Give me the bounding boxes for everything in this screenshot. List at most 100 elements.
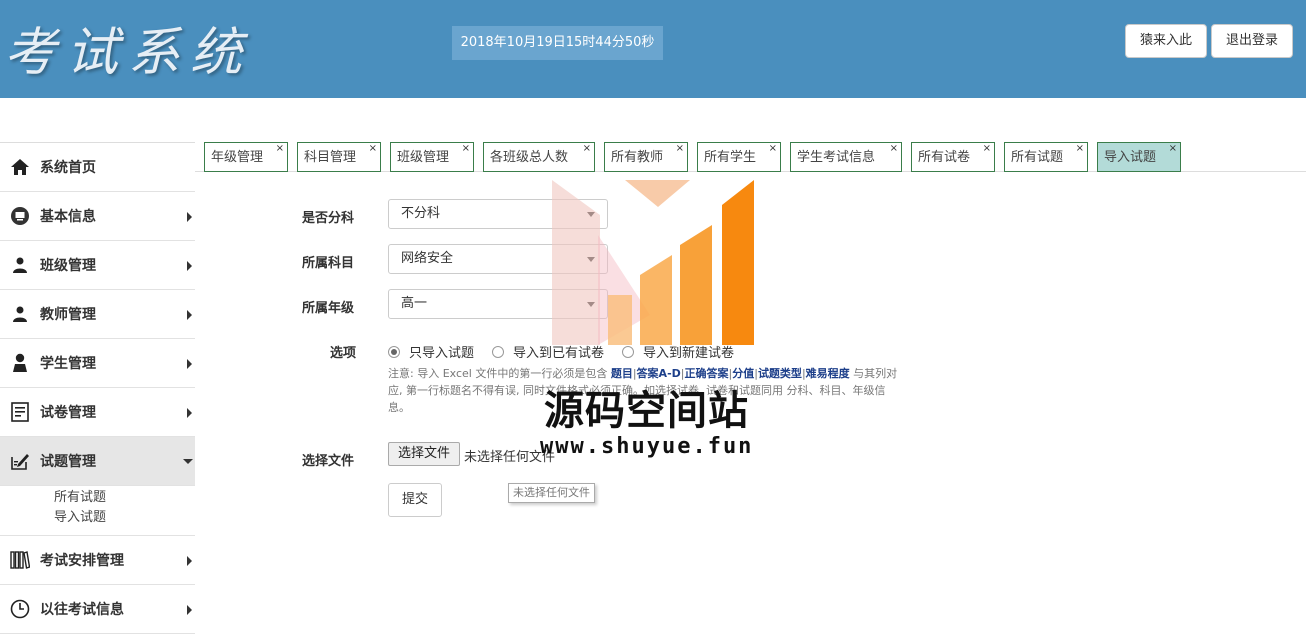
tab-label: 年级管理: [211, 150, 264, 165]
subject-value: 网络安全: [401, 251, 454, 266]
users-icon: [10, 304, 30, 324]
chevron-down-icon: [587, 302, 595, 307]
sidebar-item-home[interactable]: 系统首页: [0, 143, 195, 192]
list-icon: [10, 402, 30, 422]
file-label: 选择文件: [302, 454, 355, 469]
radio-import-new[interactable]: [622, 345, 635, 358]
submenu-item-all-questions[interactable]: 所有试题: [54, 488, 195, 508]
note-field: 试题类型: [757, 367, 802, 380]
tab-label: 所有教师: [611, 150, 664, 165]
home-icon: [10, 157, 30, 177]
division-select[interactable]: 不分科: [388, 199, 608, 229]
division-value: 不分科: [401, 206, 441, 221]
close-icon[interactable]: ×: [676, 134, 684, 164]
division-label: 是否分科: [302, 211, 355, 226]
sidebar-item-class[interactable]: 班级管理: [0, 241, 195, 290]
tab-class-total[interactable]: 各班级总人数 ×: [483, 142, 595, 172]
sidebar-item-question[interactable]: 试题管理: [0, 437, 195, 486]
tab-all-teachers[interactable]: 所有教师 ×: [604, 142, 688, 172]
books-icon: [10, 550, 30, 570]
enter-button[interactable]: 猿来入此: [1125, 24, 1207, 58]
sidebar-item-label: 试题管理: [40, 454, 96, 470]
import-options: 只导入试题 导入到已有试卷 导入到新建试卷: [388, 342, 752, 361]
tab-subject-management[interactable]: 科目管理 ×: [297, 142, 381, 172]
tab-import-questions[interactable]: 导入试题 ×: [1097, 142, 1181, 172]
subject-label: 所属科目: [302, 256, 355, 271]
sidebar-item-label: 班级管理: [40, 258, 96, 274]
watermark-title: 源码空间站: [544, 388, 749, 434]
subject-select[interactable]: 网络安全: [388, 244, 608, 274]
user-icon: [10, 353, 30, 373]
current-time: 2018年10月19日15时44分50秒: [452, 26, 663, 60]
tab-label: 科目管理: [304, 150, 357, 165]
radio-label: 导入到新建试卷: [643, 346, 735, 361]
sidebar-item-exam-schedule[interactable]: 考试安排管理: [0, 536, 195, 585]
sidebar: 系统首页 基本信息 班级管理 教师管理 学生管理 试卷管理 试题管理 所有试题 …: [0, 142, 195, 641]
close-icon[interactable]: ×: [276, 134, 284, 164]
clock-icon: [10, 599, 30, 619]
tab-label: 各班级总人数: [490, 150, 569, 165]
tab-label: 导入试题: [1104, 150, 1157, 165]
chevron-right-icon: [187, 310, 192, 320]
radio-import-only[interactable]: [388, 345, 400, 358]
edit-icon: [10, 451, 30, 471]
tab-label: 所有试题: [1011, 150, 1064, 165]
logout-button[interactable]: 退出登录: [1211, 24, 1293, 58]
app-logo: 考试系统: [4, 23, 253, 83]
sidebar-item-label: 基本信息: [40, 209, 96, 225]
sidebar-item-paper[interactable]: 试卷管理: [0, 388, 195, 437]
submit-button[interactable]: 提交: [388, 483, 442, 517]
chevron-down-icon: [587, 257, 595, 262]
close-icon[interactable]: ×: [369, 134, 377, 164]
close-icon[interactable]: ×: [462, 134, 470, 164]
close-icon[interactable]: ×: [769, 134, 777, 164]
sidebar-item-label: 以往考试信息: [40, 602, 124, 618]
sidebar-item-label: 学生管理: [40, 356, 96, 372]
chevron-right-icon: [187, 556, 192, 566]
chevron-right-icon: [187, 359, 192, 369]
sidebar-item-basic-info[interactable]: 基本信息: [0, 192, 195, 241]
sidebar-item-label: 教师管理: [40, 307, 96, 323]
choose-file-button[interactable]: 选择文件: [388, 442, 460, 466]
tab-all-students[interactable]: 所有学生 ×: [697, 142, 781, 172]
watermark-url: www.shuyue.fun: [540, 434, 754, 459]
close-icon[interactable]: ×: [1076, 134, 1084, 164]
tab-grade-management[interactable]: 年级管理 ×: [204, 142, 288, 172]
submenu-item-import-questions[interactable]: 导入试题: [54, 508, 195, 528]
sidebar-item-label: 考试安排管理: [40, 553, 124, 569]
tab-student-exam-info[interactable]: 学生考试信息 ×: [790, 142, 902, 172]
tab-label: 所有学生: [704, 150, 757, 165]
chevron-right-icon: [187, 212, 192, 222]
chevron-right-icon: [187, 261, 192, 271]
chevron-right-icon: [187, 605, 192, 615]
monitor-icon: [10, 206, 30, 226]
grade-select[interactable]: 高一: [388, 289, 608, 319]
grade-value: 高一: [401, 296, 428, 311]
sidebar-item-past-exams[interactable]: 以往考试信息: [0, 585, 195, 634]
sidebar-item-label: 系统首页: [40, 160, 96, 176]
sidebar-item-teacher[interactable]: 教师管理: [0, 290, 195, 339]
close-icon[interactable]: ×: [1169, 134, 1177, 164]
chevron-down-icon: [183, 459, 193, 464]
tab-all-questions[interactable]: 所有试题 ×: [1004, 142, 1088, 172]
chevron-down-icon: [587, 212, 595, 217]
close-icon[interactable]: ×: [890, 134, 898, 164]
sidebar-item-label: 试卷管理: [40, 405, 96, 421]
note-field: 难易程度: [805, 367, 850, 380]
grade-label: 所属年级: [302, 301, 355, 316]
sidebar-item-student[interactable]: 学生管理: [0, 339, 195, 388]
close-icon[interactable]: ×: [983, 134, 991, 164]
tab-class-management[interactable]: 班级管理 ×: [390, 142, 474, 172]
chevron-right-icon: [187, 408, 192, 418]
users-icon: [10, 255, 30, 275]
question-submenu: 所有试题 导入试题: [0, 486, 195, 536]
tab-label: 学生考试信息: [797, 150, 876, 165]
tab-label: 班级管理: [397, 150, 450, 165]
app-header: 考试系统 2018年10月19日15时44分50秒 猿来入此 退出登录: [0, 0, 1306, 98]
tab-label: 所有试卷: [918, 150, 971, 165]
radio-import-existing[interactable]: [492, 345, 505, 358]
close-icon[interactable]: ×: [583, 134, 591, 164]
radio-label: 只导入试题: [409, 346, 475, 361]
tab-all-papers[interactable]: 所有试卷 ×: [911, 142, 995, 172]
file-tooltip: 未选择任何文件: [508, 483, 595, 503]
